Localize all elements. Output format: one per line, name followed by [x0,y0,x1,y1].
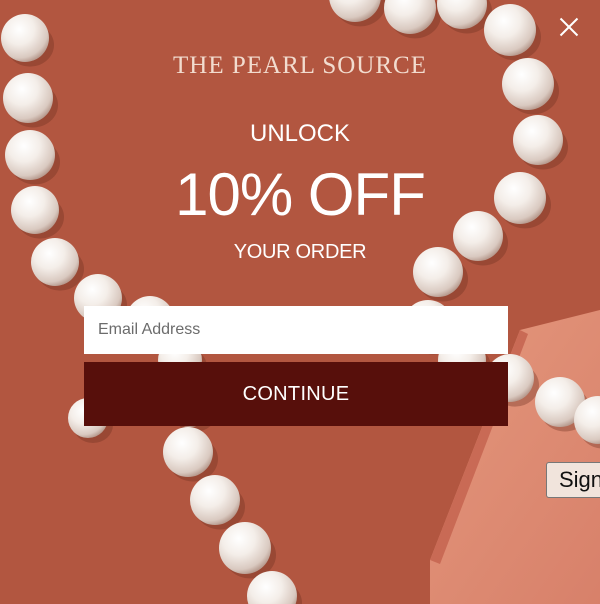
pearl [190,475,240,525]
brand-logo: THE PEARL SOURCE [173,52,427,79]
close-icon[interactable] [556,14,582,40]
pearl [163,427,213,477]
headline-bottom: YOUR ORDER [233,241,367,263]
headline-discount: 10% OFF [175,161,426,228]
pearl [3,73,53,123]
side-signup-tab[interactable]: Sign [546,462,600,498]
continue-button[interactable]: CONTINUE [84,362,508,426]
signup-popup: THE PEARL SOURCE UNLOCK 10% OFF YOUR ORD… [0,0,600,604]
pearl-necklace-background [0,0,600,604]
pearl [219,522,271,574]
pearl [484,4,536,56]
email-input[interactable] [84,306,508,354]
headline-top: UNLOCK [249,120,351,147]
